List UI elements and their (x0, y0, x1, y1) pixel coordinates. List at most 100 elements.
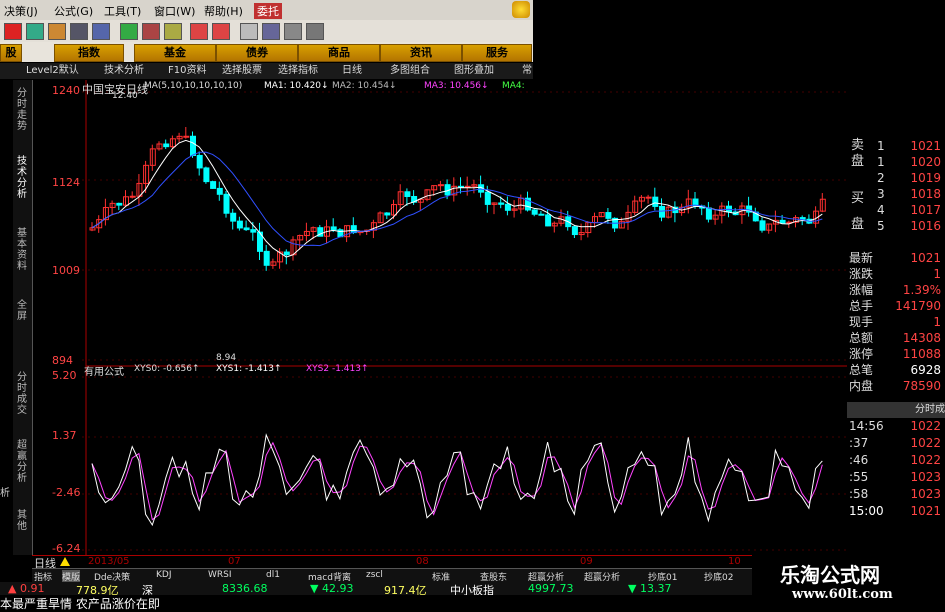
orderbook-row-value: 1021 (910, 139, 941, 153)
grid-icon[interactable] (120, 23, 138, 40)
arrow2-icon[interactable] (212, 23, 230, 40)
tab-select-stock[interactable]: 选择股票 (222, 64, 262, 78)
quote-row-label: 内盘 (849, 379, 874, 393)
quote-row-label: 总笔 (849, 363, 874, 377)
quote-row-label: 涨跌 (849, 267, 874, 281)
menu-bar: 决策(J) 公式(G) 工具(T) 窗口(W) 帮助(H) 委托 (0, 0, 533, 21)
nav-news[interactable]: 资讯 (380, 44, 462, 62)
orderbook-row: 5 1016 (847, 218, 945, 234)
sub-tick-4: -6.24 (52, 542, 81, 555)
status-item: ▼ 42.93 (310, 582, 354, 595)
news-ticker[interactable]: 本最严重旱情 农产品涨价在即 (0, 595, 752, 611)
orderbook-row-value: 1018 (910, 187, 941, 201)
orderbook-row-value: 1016 (910, 219, 941, 233)
brand-url: www.60lt.com (792, 587, 893, 602)
quote-row-label: 现手 (849, 315, 874, 329)
candle-body (183, 135, 190, 138)
side-tab-technical[interactable]: 技术分析 (15, 156, 29, 200)
nav-commodity[interactable]: 商品 (298, 44, 380, 62)
arrow-icon[interactable] (190, 23, 208, 40)
ma4-value: MA4: (502, 81, 525, 91)
quote-row-value: 1.39% (902, 283, 941, 297)
menu-help[interactable]: 帮助(H) (204, 3, 243, 19)
nav-fund[interactable]: 基金 (134, 44, 216, 62)
quote-row-value: 14308 (902, 331, 941, 345)
tick-row-value: 1022 (910, 436, 941, 450)
tab-daily[interactable]: 日线 (342, 64, 362, 78)
tab-f10[interactable]: F10资料 (168, 64, 206, 78)
view-tab-bar: Level2默认 技术分析 F10资料 选择股票 选择指标 日线 多图组合 图形… (0, 63, 533, 79)
xys0-value: XYS0: -0.656↑ (134, 364, 200, 374)
tick-row-label: :58 (849, 487, 869, 501)
candle-body (163, 143, 170, 148)
menu-trade[interactable]: 委托 (254, 3, 282, 19)
chart-icon[interactable] (26, 23, 44, 40)
menu-formula[interactable]: 公式(G) (54, 3, 93, 19)
tab-level2[interactable]: Level2默认 (26, 64, 79, 78)
candle-body (531, 209, 538, 215)
quote-panel: 卖盘 买盘 1 1021 1 1020 2 1019 3 1018 4 1017 5 1016 最新 1… (847, 138, 945, 555)
tick-row-value: 1022 (910, 419, 941, 433)
dollar-icon[interactable] (4, 23, 22, 40)
indicator-tab[interactable]: WRSI (208, 570, 232, 580)
quote-row: 总额 14308 (847, 330, 945, 346)
candle-body (504, 203, 511, 211)
tick-row-value: 1023 (910, 487, 941, 501)
nav-service[interactable]: 服务 (462, 44, 532, 62)
candle-body (263, 250, 270, 266)
menu-tools[interactable]: 工具(T) (104, 3, 141, 19)
tab-multi-chart[interactable]: 多图组合 (390, 64, 430, 78)
side-tab-trades[interactable]: 分时成交 (15, 372, 29, 416)
side-tab-bar: 分时走势 技术分析 基本资料 全屏 分时成交 超赢分析 其他 (13, 80, 33, 555)
candle-body (243, 227, 250, 231)
bars-icon[interactable] (284, 23, 302, 40)
diamond-icon[interactable] (164, 23, 182, 40)
table-icon[interactable] (48, 23, 66, 40)
window-icon[interactable] (240, 23, 258, 40)
quote-row-label: 涨幅 (849, 283, 874, 297)
binocular2-icon[interactable] (92, 23, 110, 40)
tab-more[interactable]: 常 (522, 64, 532, 78)
toolbar (0, 20, 533, 43)
orderbook-row-label: 1 (877, 155, 885, 169)
candle-body (384, 212, 391, 216)
menu-window[interactable]: 窗口(W) (154, 3, 195, 19)
triangle-up-icon[interactable] (60, 557, 70, 566)
binocular-icon[interactable] (70, 23, 88, 40)
tab-select-indicator[interactable]: 选择指标 (278, 64, 318, 78)
ma1-value: MA1: 10.420↓ (264, 81, 329, 91)
tick-row-label: :37 (849, 436, 869, 450)
nav-bond[interactable]: 债券 (216, 44, 298, 62)
pin-icon[interactable] (306, 23, 324, 40)
ticker-text: 本最严重旱情 农产品涨价在即 (0, 597, 160, 611)
tick-row: :37 1022 (847, 435, 945, 451)
side-tab-other[interactable]: 其他 (15, 510, 29, 532)
quote-row-label: 涨停 (849, 347, 874, 361)
indicator-tab[interactable]: zscl (366, 570, 383, 580)
monitor-icon[interactable] (262, 23, 280, 40)
nav-stock[interactable]: 股 (0, 44, 22, 62)
candle-body (283, 251, 290, 256)
xys1-line (91, 433, 823, 527)
tab-overlay[interactable]: 图形叠加 (454, 64, 494, 78)
tab-technical[interactable]: 技术分析 (104, 64, 144, 78)
indicator-tab[interactable]: KDJ (156, 570, 172, 580)
quote-row-label: 总手 (849, 299, 874, 313)
date-label-1: 2013/05 (88, 556, 130, 567)
orderbook-row: 1 1021 (847, 138, 945, 154)
side-tab-analysis[interactable]: 超赢分析 (15, 440, 29, 484)
side-tab-fundamental[interactable]: 基本资料 (15, 228, 29, 272)
candle-body (196, 154, 203, 169)
candle-body (129, 195, 136, 198)
side-tab-fullscreen[interactable]: 全屏 (15, 300, 29, 322)
chart-area[interactable]: 中国宝安日线 MA(5,10,10,10,10,10) MA1: 10.420↓… (32, 80, 847, 555)
menu-decision[interactable]: 决策(J) (4, 3, 38, 19)
flag-icon[interactable] (142, 23, 160, 40)
indicator-tab[interactable]: dl1 (266, 570, 280, 580)
tick-row-label: 15:00 (849, 504, 884, 518)
orderbook-row-value: 1020 (910, 155, 941, 169)
side-tab-intraday[interactable]: 分时走势 (15, 88, 29, 132)
nav-index[interactable]: 指数 (54, 44, 124, 62)
candle-body (116, 202, 123, 206)
indicator-tab-bar: 指标 模版 Dde决策 KDJ WRSI dl1 macd背离 zscl 标准 查股东 超赢分析 超赢… (32, 568, 752, 583)
